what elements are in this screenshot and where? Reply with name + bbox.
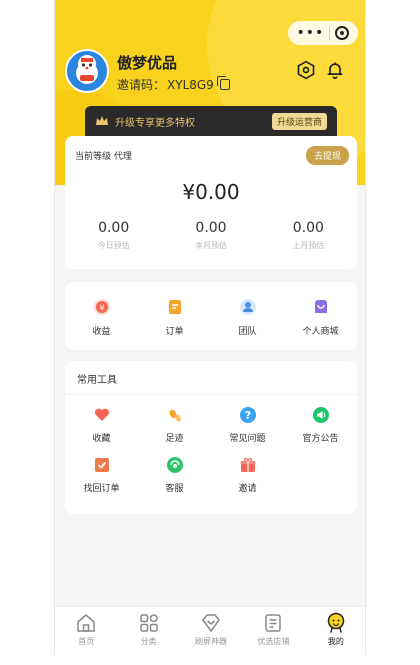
tools-grid: 收藏 足迹 ? 常见问题 官方公告 找回订单 客服 邀请 <box>65 405 357 505</box>
team-icon <box>238 297 258 317</box>
tool-label: 官方公告 <box>302 434 339 444</box>
income-icon: ¥ <box>92 297 112 317</box>
orders-icon <box>165 297 185 317</box>
mini-program-capsule[interactable]: ••• <box>288 21 358 45</box>
invite-code-label: 邀请码： <box>117 78 166 92</box>
tab-category[interactable]: 分类 <box>117 607 179 655</box>
tab-label: 我的 <box>327 637 344 646</box>
menu-item-orders[interactable]: 订单 <box>138 282 211 350</box>
menu-item-team[interactable]: 团队 <box>211 282 284 350</box>
close-mini-program-icon[interactable] <box>335 26 350 40</box>
common-tools-card: 常用工具 收藏 足迹 ? 常见问题 官方公告 找回订单 客服 邀请 <box>65 361 357 514</box>
menu-item-label: 个人商城 <box>302 327 339 337</box>
tool-customer-service[interactable]: 客服 <box>138 455 211 505</box>
home-icon <box>77 614 95 632</box>
stat-this-month[interactable]: 0.00 本月预估 <box>162 220 259 251</box>
invite-icon <box>238 455 258 475</box>
stat-value: 0.00 <box>98 220 130 236</box>
stat-label: 上月预估 <box>292 241 325 250</box>
bell-icon[interactable] <box>325 60 345 80</box>
quick-menu: ¥ 收益 订单 团队 个人商城 <box>65 282 357 350</box>
tool-invite[interactable]: 邀请 <box>211 455 284 505</box>
stat-label: 今日预估 <box>97 241 130 250</box>
profile-icon <box>327 612 345 633</box>
more-icon[interactable]: ••• <box>297 26 325 40</box>
favorite-icon <box>92 405 112 425</box>
customer-service-icon <box>165 455 185 475</box>
tool-faq[interactable]: ? 常见问题 <box>211 405 284 455</box>
menu-item-label: 订单 <box>165 327 184 337</box>
tool-label: 足迹 <box>165 434 184 444</box>
copy-icon[interactable] <box>216 76 230 90</box>
stat-label: 本月预估 <box>194 241 227 250</box>
menu-item-income[interactable]: ¥ 收益 <box>65 282 138 350</box>
current-level: 当前等级 代理 <box>75 152 132 162</box>
recover-order-icon <box>92 455 112 475</box>
faq-icon: ? <box>238 405 258 425</box>
menu-item-label: 收益 <box>92 327 111 337</box>
shop-name: 傲梦优品 <box>117 54 178 72</box>
tool-label: 找回订单 <box>83 484 120 494</box>
stat-today[interactable]: 0.00 今日预估 <box>65 220 162 251</box>
tool-favorite[interactable]: 收藏 <box>65 405 138 455</box>
bottom-tab-bar: 首页 分类 刷屏神器 优选店铺 我的 <box>55 606 365 655</box>
diamond-icon <box>202 614 220 632</box>
tools-title: 常用工具 <box>77 375 117 386</box>
tab-label: 优选店铺 <box>257 637 290 646</box>
crown-icon <box>96 116 108 125</box>
tab-label: 首页 <box>78 637 95 646</box>
svg-text:¥: ¥ <box>99 304 104 313</box>
capsule-divider <box>329 26 331 40</box>
tab-label: 分类 <box>140 637 157 646</box>
balance-amount: ¥0.00 <box>182 180 240 204</box>
tool-label: 收藏 <box>92 434 111 444</box>
svg-text:?: ? <box>244 409 250 422</box>
avatar-image <box>67 51 107 91</box>
vip-upgrade-bar: 升级专享更多特权 升级运营商 <box>85 106 337 136</box>
tool-label: 客服 <box>165 484 184 494</box>
settings-hexagon-icon[interactable] <box>296 60 316 80</box>
tab-mine[interactable]: 我的 <box>305 607 365 655</box>
footprint-icon <box>165 405 185 425</box>
upgrade-operator-button[interactable]: 升级运营商 <box>271 112 327 130</box>
stat-value: 0.00 <box>292 220 324 236</box>
earnings-card: 当前等级 代理 去提现 ¥0.00 0.00 今日预估 0.00 本月预估 0.… <box>65 136 357 269</box>
invite-code-value: XYL8G9 <box>167 77 214 92</box>
tool-label: 邀请 <box>238 484 257 494</box>
shop-icon <box>311 297 331 317</box>
category-icon <box>139 614 158 632</box>
phone-screen: ••• 傲梦优品 邀请码： XYL8G9 升级专享更多特权 升级运营商 当前等级… <box>54 0 366 655</box>
tab-featured-store[interactable]: 优选店铺 <box>242 607 304 655</box>
announcement-icon <box>311 405 331 425</box>
tool-recover-order[interactable]: 找回订单 <box>65 455 138 505</box>
tool-footprint[interactable]: 足迹 <box>138 405 211 455</box>
tool-label: 常见问题 <box>229 434 266 444</box>
tool-announcement[interactable]: 官方公告 <box>284 405 357 455</box>
divider <box>65 394 357 395</box>
invite-code-row: 邀请码： XYL8G9 <box>117 76 230 93</box>
stat-last-month[interactable]: 0.00 上月预估 <box>260 220 357 251</box>
menu-item-personal-shop[interactable]: 个人商城 <box>284 282 357 350</box>
stat-value: 0.00 <box>195 220 227 236</box>
withdraw-button[interactable]: 去提现 <box>305 146 349 165</box>
vip-upgrade-text: 升级专享更多特权 <box>115 117 195 129</box>
earnings-stats: 0.00 今日预估 0.00 本月预估 0.00 上月预估 <box>65 220 357 251</box>
tab-label: 刷屏神器 <box>195 637 228 646</box>
tab-share-tool[interactable]: 刷屏神器 <box>180 607 242 655</box>
tab-home[interactable]: 首页 <box>55 607 117 655</box>
menu-item-label: 团队 <box>238 327 257 337</box>
store-icon <box>265 614 282 632</box>
avatar[interactable] <box>65 49 109 93</box>
